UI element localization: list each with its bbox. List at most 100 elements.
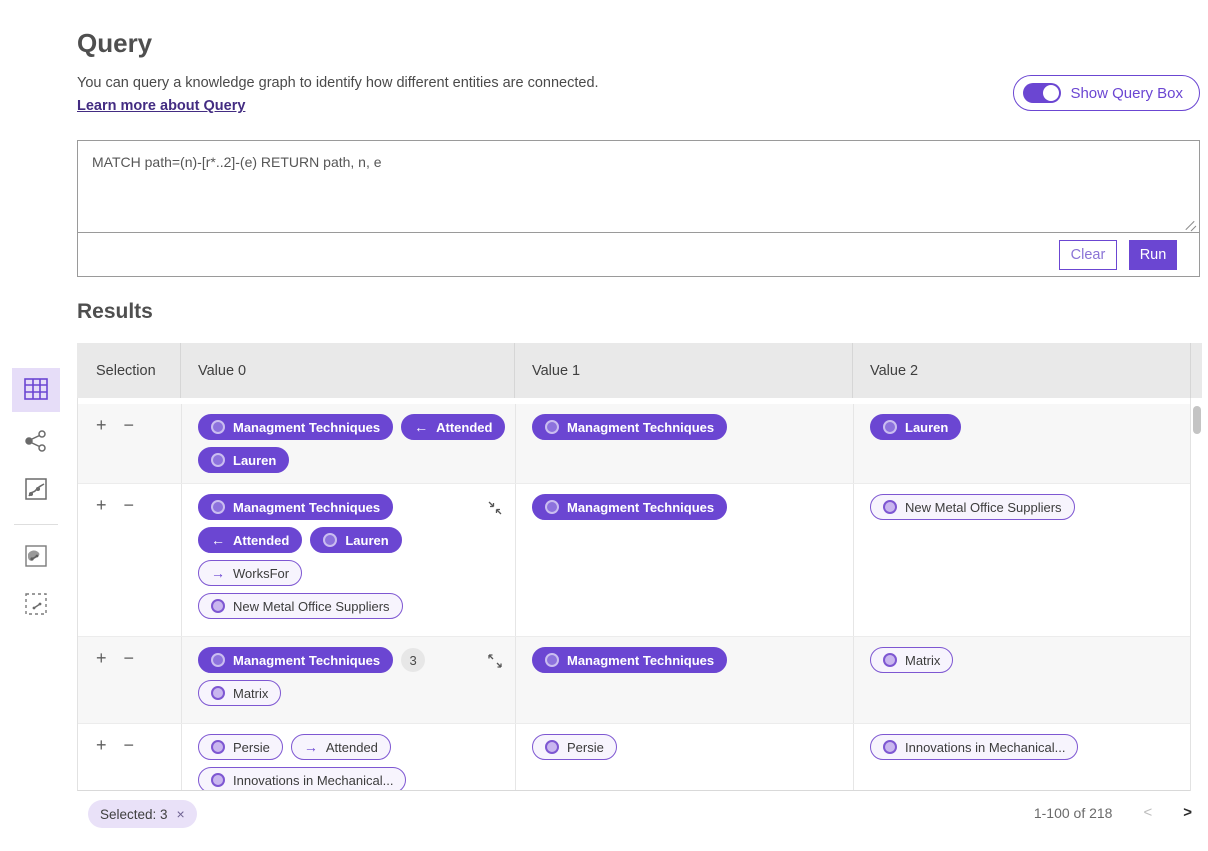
selected-count-chip[interactable]: Selected: 3 × (88, 800, 197, 828)
value1-cell: Persie (515, 724, 853, 791)
entity-dot-icon (883, 740, 897, 754)
entity-dot-icon (211, 653, 225, 667)
table-scrollbar[interactable] (1190, 398, 1202, 791)
table-row: +−Managment Techniques3MatrixManagment T… (78, 637, 1201, 724)
column-header-selection: Selection (77, 343, 180, 398)
results-table: Selection Value 0 Value 1 Value 2 +−Mana… (77, 343, 1202, 791)
entity-dot-icon (211, 686, 225, 700)
entity-pill[interactable]: Lauren (870, 414, 961, 440)
selection-cell: +− (78, 637, 181, 723)
table-row: + − Managment Techniques ←Attended Lauren →Wo… (78, 484, 1201, 637)
add-selection-button[interactable]: + (96, 651, 107, 665)
arrow-right-icon: → (304, 739, 318, 755)
entity-pill-label: Attended (233, 533, 289, 548)
entity-pill-label: Innovations in Mechanical... (905, 740, 1065, 755)
entity-dot-icon (211, 500, 225, 514)
entity-pill[interactable]: ←Attended (198, 527, 302, 553)
value2-cell: Innovations in Mechanical... (853, 724, 1179, 791)
next-page-button[interactable]: > (1183, 804, 1192, 821)
entity-pill-label: Managment Techniques (567, 500, 714, 515)
entity-pill[interactable]: Matrix (198, 680, 281, 706)
table-row: + − Persie → Attended Innovations in Mechanic… (78, 724, 1201, 791)
entity-pill[interactable]: Managment Techniques (198, 414, 393, 440)
remove-selection-button[interactable]: − (124, 651, 135, 665)
entity-dot-icon (545, 653, 559, 667)
entity-pill[interactable]: New Metal Office Suppliers (198, 593, 403, 619)
entity-pill[interactable]: →WorksFor (198, 560, 302, 586)
entity-dot-icon (545, 740, 559, 754)
entity-pill-label: Innovations in Mechanical... (233, 773, 393, 788)
entity-pill-label: Managment Techniques (233, 500, 380, 515)
entity-pill[interactable]: Managment Techniques (198, 647, 393, 673)
entity-dot-icon (883, 653, 897, 667)
entity-pill[interactable]: Innovations in Mechanical... (198, 767, 406, 791)
column-header-value2: Value 2 (852, 343, 1190, 398)
value2-cell: New Metal Office Suppliers (853, 484, 1179, 636)
entity-pill[interactable]: Matrix (870, 647, 953, 673)
entity-pill[interactable]: Innovations in Mechanical... (870, 734, 1078, 760)
entity-dot-icon (883, 420, 897, 434)
entity-dot-icon (211, 740, 225, 754)
clear-selection-icon[interactable]: × (177, 807, 185, 821)
expand-path-icon[interactable] (487, 653, 503, 669)
show-query-box-toggle[interactable]: Show Query Box (1013, 75, 1200, 111)
entity-pill[interactable]: Lauren (310, 527, 401, 553)
toggle-switch-icon[interactable] (1023, 83, 1061, 103)
entity-pill[interactable]: Lauren (198, 447, 289, 473)
entity-dot-icon (211, 773, 225, 787)
entity-pill[interactable]: Managment Techniques (198, 494, 393, 520)
table-row: +−Managment Techniques←AttendedLaurenMan… (78, 404, 1201, 484)
collapse-path-icon[interactable] (487, 500, 503, 516)
value0-cell: Managment Techniques ←Attended Lauren (181, 404, 515, 483)
sidebar-item-map-view[interactable] (12, 535, 60, 579)
value1-cell: Managment Techniques (515, 637, 853, 723)
entity-dot-icon (545, 420, 559, 434)
table-view-icon (24, 378, 48, 403)
entity-pill-label: Managment Techniques (233, 653, 380, 668)
entity-pill[interactable]: ←Attended (401, 414, 505, 440)
remove-selection-button[interactable]: − (124, 498, 135, 512)
page-title: Query (77, 28, 152, 59)
entity-pill[interactable]: Managment Techniques (532, 414, 727, 440)
entity-pill[interactable]: Persie (532, 734, 617, 760)
entity-dot-icon (211, 420, 225, 434)
resize-handle[interactable] (1185, 221, 1196, 232)
arrow-right-icon: → (211, 565, 225, 581)
entity-pill[interactable]: Persie (198, 734, 283, 760)
sidebar-item-selection-view[interactable] (12, 583, 60, 627)
value2-cell: Matrix (853, 637, 1179, 723)
learn-more-link[interactable]: Learn more about Query (77, 98, 245, 114)
previous-page-button[interactable]: < (1143, 804, 1152, 821)
clear-button[interactable]: Clear (1059, 240, 1117, 270)
entity-pill-label: Managment Techniques (567, 653, 714, 668)
add-selection-button[interactable]: + (96, 418, 107, 432)
entity-pill[interactable]: New Metal Office Suppliers (870, 494, 1075, 520)
query-page: Query You can query a knowledge graph to… (0, 0, 1208, 851)
entity-pill[interactable]: Managment Techniques (532, 494, 727, 520)
entity-pill[interactable]: Managment Techniques (532, 647, 727, 673)
sidebar-item-table-view[interactable] (12, 368, 60, 412)
pagination: 1-100 of 218 < > (1034, 804, 1192, 821)
query-box: MATCH path=(n)-[r*..2]-(e) RETURN path, … (77, 140, 1200, 277)
remove-selection-button[interactable]: − (124, 738, 135, 752)
sidebar-item-graph-view[interactable] (12, 420, 60, 464)
scrollbar-thumb[interactable] (1193, 406, 1201, 434)
entity-dot-icon (211, 599, 225, 613)
entity-pill-label: Lauren (233, 453, 276, 468)
page-range-label: 1-100 of 218 (1034, 805, 1113, 821)
entity-pill-label: Lauren (905, 420, 948, 435)
arrow-left-icon: ← (414, 419, 428, 435)
run-button[interactable]: Run (1129, 240, 1177, 270)
add-selection-button[interactable]: + (96, 498, 107, 512)
count-badge: 3 (401, 648, 425, 672)
value2-cell: Lauren (853, 404, 1179, 483)
value0-cell: Persie → Attended Innovations in Mechanical… (181, 724, 515, 791)
remove-selection-button[interactable]: − (124, 418, 135, 432)
sidebar-item-chart-view[interactable] (12, 468, 60, 512)
entity-pill-label: Attended (326, 740, 378, 755)
results-title: Results (77, 300, 153, 324)
entity-pill[interactable]: → Attended (291, 734, 391, 760)
add-selection-button[interactable]: + (96, 738, 107, 752)
value0-cell: Managment Techniques ←Attended Lauren →Work… (181, 484, 515, 636)
query-input[interactable]: MATCH path=(n)-[r*..2]-(e) RETURN path, … (78, 141, 1199, 232)
